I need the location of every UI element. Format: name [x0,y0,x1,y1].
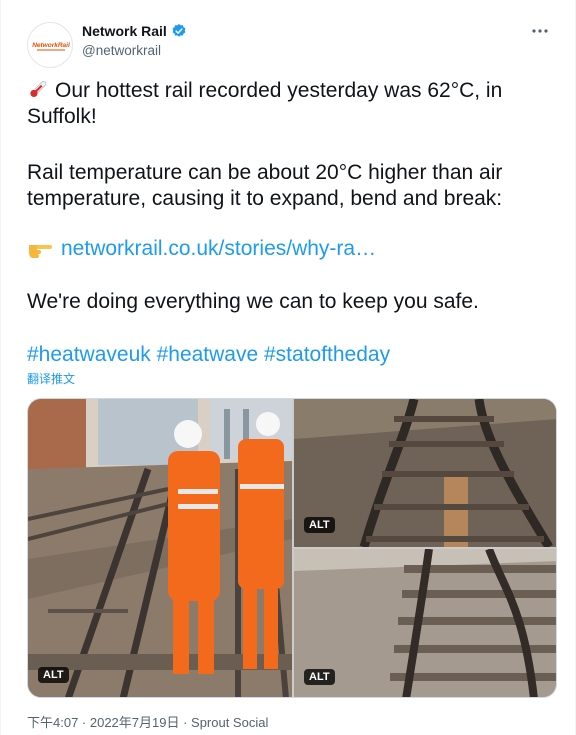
alt-badge[interactable]: ALT [38,667,69,683]
handle[interactable]: @networkrail [82,43,187,58]
tweet-timestamp[interactable]: 下午4:07 · 2022年7月19日 · Sprout Social [27,712,268,731]
photo-workers-image [28,399,292,697]
tweet-line-1-text: Our hottest rail recorded yesterday was … [27,79,503,128]
hashtags[interactable]: #heatwaveuk #heatwave #statoftheday [27,342,557,368]
article-link[interactable]: networkrail.co.uk/stories/why-ra… [61,237,376,260]
tweet-header: NetworkRail Network Rail @networkrail [27,18,557,68]
tweet-line-4: We're doing everything we can to keep yo… [27,290,479,313]
alt-badge[interactable]: ALT [304,669,335,685]
display-name[interactable]: Network Rail [82,23,167,39]
pointing-hand-icon [29,245,52,258]
verified-icon [172,24,186,37]
photo-workers-on-track[interactable]: ALT [28,399,292,697]
author-block[interactable]: Network Rail @networkrail [82,23,187,58]
tweet-line-2: Rail temperature can be about 20°C highe… [27,161,503,210]
media-grid: ALT ALT ALT [27,398,557,698]
tweet-card: NetworkRail Network Rail @networkrail Ou… [0,0,576,735]
tweet-link-line: networkrail.co.uk/stories/why-ra… [27,236,557,262]
avatar[interactable]: NetworkRail [27,22,73,68]
alt-badge[interactable]: ALT [304,517,335,533]
photo-buckled-rail[interactable]: ALT [294,399,556,547]
svg-text:NetworkRail: NetworkRail [32,42,70,49]
thermometer-icon [30,81,47,98]
photo-bent-rail[interactable]: ALT [294,549,556,697]
translate-tweet-link[interactable]: 翻译推文 [27,370,75,387]
more-icon[interactable] [527,18,553,44]
network-rail-logo: NetworkRail [32,42,70,51]
tweet-line-1: Our hottest rail recorded yesterday was … [27,78,557,130]
